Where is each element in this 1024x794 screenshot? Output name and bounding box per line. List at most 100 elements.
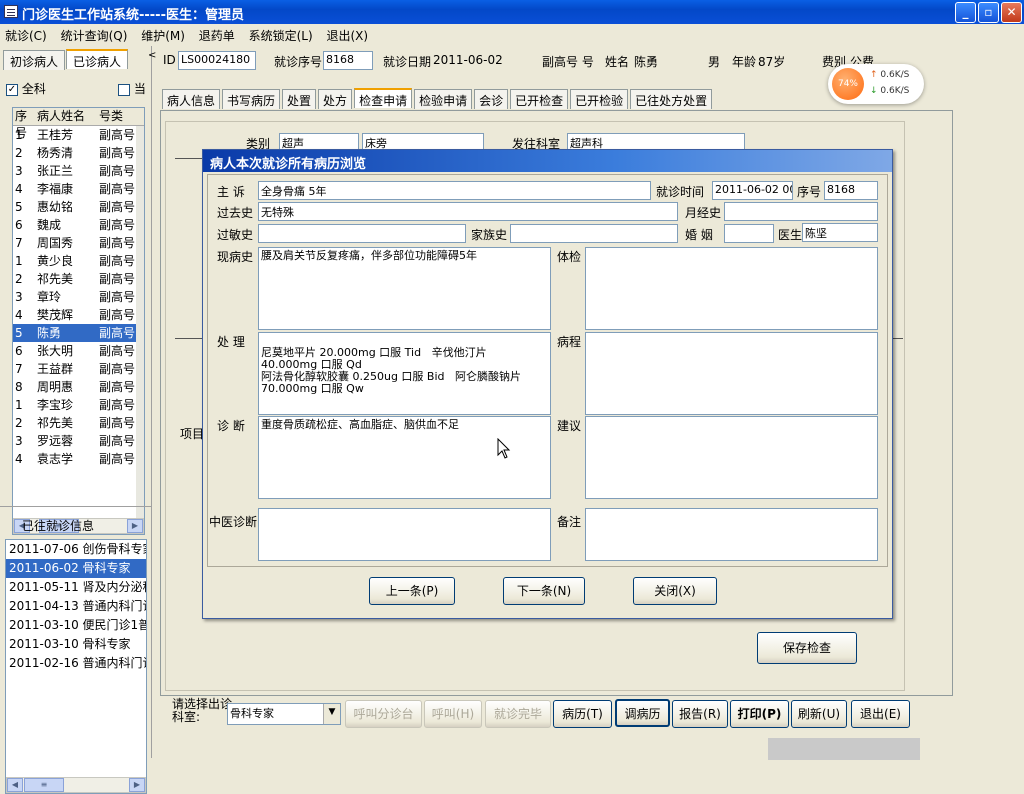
tcm-diag-field[interactable] <box>258 508 551 561</box>
net-speed-widget[interactable]: 74% ↑ 0.6K/S ↓ 0.6K/S <box>828 64 924 104</box>
tab-exam-request[interactable]: 检查申请 <box>354 88 413 108</box>
visit-row[interactable]: 2011-06-02 骨科专家 <box>6 559 146 578</box>
refresh-button[interactable]: 刷新(U) <box>791 700 847 728</box>
chief-label: 主 诉 <box>217 185 245 199</box>
menu-maintain[interactable]: 维护(M) <box>141 29 185 43</box>
tab-consult[interactable]: 会诊 <box>474 89 509 109</box>
patient-row[interactable]: 2 杨秀清 副高号 <box>13 144 144 162</box>
patient-row[interactable]: 8 周明惠 副高号 <box>13 378 144 396</box>
chief-field[interactable]: 全身骨痛 5年 <box>258 181 651 200</box>
doctor-field[interactable]: 陈坚 <box>802 223 878 242</box>
record-button[interactable]: 病历(T) <box>553 700 612 728</box>
report-button[interactable]: 报告(R) <box>672 700 728 728</box>
visit-done-button[interactable]: 就诊完毕 <box>485 700 551 728</box>
patient-row[interactable]: 4 樊茂辉 副高号 <box>13 306 144 324</box>
visit-row[interactable]: 2011-05-11 肾及内分泌科 <box>6 578 146 597</box>
up-arrow-icon: ↑ <box>870 70 878 80</box>
visit-list-hscroll[interactable]: ◀ ≡ ▶ <box>6 777 146 793</box>
next-button[interactable]: 下一条(N) <box>503 577 585 605</box>
patient-row[interactable]: 5 陈勇 副高号 <box>13 324 144 342</box>
tab-new-patients[interactable]: 初诊病人 <box>3 50 66 70</box>
dlg-seq-field[interactable]: 8168 <box>824 181 878 200</box>
phys-exam-field[interactable] <box>585 247 878 330</box>
patient-row[interactable]: 1 黄少良 副高号 <box>13 252 144 270</box>
patient-no: 4 <box>15 452 23 466</box>
scroll-thumb[interactable]: ≡ <box>24 778 64 792</box>
tab-opened-labs[interactable]: 已开检验 <box>570 89 629 109</box>
tab-disposal[interactable]: 处置 <box>282 89 317 109</box>
patient-row[interactable]: 2 祁先美 副高号 <box>13 270 144 288</box>
dialog-close-button[interactable]: 关闭(X) <box>633 577 717 605</box>
patient-row[interactable]: 5 惠幼铭 副高号 <box>13 198 144 216</box>
exit-button[interactable]: 退出(E) <box>851 700 910 728</box>
visit-time-field[interactable]: 2011-06-02 00 <box>712 181 793 200</box>
menu-stats[interactable]: 统计查询(Q) <box>61 29 128 43</box>
treatment-field[interactable]: 尼莫地平片 20.000mg 口服 Tid 辛伐他汀片 40.000mg 口服 … <box>258 332 551 415</box>
patient-type: 副高号 <box>99 326 136 340</box>
collapse-arrow-icon[interactable]: < <box>148 50 156 61</box>
allergy-field[interactable] <box>258 224 466 243</box>
patient-row[interactable]: 6 张大明 副高号 <box>13 342 144 360</box>
patient-row[interactable]: 6 魏成 副高号 <box>13 216 144 234</box>
id-field[interactable]: LS00024180 <box>178 51 256 70</box>
scroll-left-icon[interactable]: ◀ <box>7 778 23 792</box>
tab-past-prescriptions[interactable]: 已往处方处置 <box>630 89 713 109</box>
patient-no: 7 <box>15 236 23 250</box>
past-history-field[interactable]: 无特殊 <box>258 202 678 221</box>
load-record-button[interactable]: 调病历 <box>615 699 670 727</box>
patient-row[interactable]: 1 李宝珍 副高号 <box>13 396 144 414</box>
minimize-button[interactable]: _ <box>955 2 976 23</box>
family-history-field[interactable] <box>510 224 678 243</box>
maximize-button[interactable]: ▫ <box>978 2 999 23</box>
scroll-right-icon[interactable]: ▶ <box>129 778 145 792</box>
visit-row[interactable]: 2011-03-10 便民门诊1普 <box>6 616 146 635</box>
patient-row[interactable]: 7 周国秀 副高号 <box>13 234 144 252</box>
visit-row[interactable]: 2011-03-10 骨科专家 <box>6 635 146 654</box>
note-field[interactable] <box>585 508 878 561</box>
dept-select[interactable]: 骨科专家 ▼ <box>227 703 341 725</box>
patient-row[interactable]: 1 王桂芳 副高号 <box>13 126 144 144</box>
patient-type: 副高号 <box>99 416 136 430</box>
patient-row[interactable]: 3 罗远蓉 副高号 <box>13 432 144 450</box>
tab-write-record[interactable]: 书写病历 <box>222 89 281 109</box>
patient-row[interactable]: 3 章玲 副高号 <box>13 288 144 306</box>
patient-row[interactable]: 3 张正兰 副高号 <box>13 162 144 180</box>
allergy-label: 过敏史 <box>217 228 254 242</box>
visit-row[interactable]: 2011-04-13 普通内科门诊 <box>6 597 146 616</box>
course-field[interactable] <box>585 332 878 415</box>
save-exam-button[interactable]: 保存检查 <box>757 632 857 664</box>
all-dept-checkbox[interactable]: ✓ <box>6 83 18 96</box>
visit-row[interactable]: 2011-02-16 普通内科门诊 <box>6 654 146 673</box>
patient-list-vscroll[interactable] <box>136 126 144 518</box>
present-illness-field[interactable]: 腰及肩关节反复疼痛，伴多部位功能障碍5年 <box>258 247 551 330</box>
scroll-right-icon[interactable]: ▶ <box>127 519 143 533</box>
visit-row[interactable]: 2011-07-06 创伤骨科专家 <box>6 540 146 559</box>
dropdown-arrow-icon[interactable]: ▼ <box>323 704 340 724</box>
menu-lock[interactable]: 系统锁定(L) <box>249 29 313 43</box>
tab-opened-exams[interactable]: 已开检查 <box>510 89 569 109</box>
tab-patient-info[interactable]: 病人信息 <box>162 89 221 109</box>
close-button[interactable]: ✕ <box>1001 2 1022 23</box>
tab-lab-request[interactable]: 检验申请 <box>414 89 473 109</box>
call-button[interactable]: 呼叫(H) <box>424 700 482 728</box>
print-button[interactable]: 打印(P) <box>730 700 789 728</box>
advice-field[interactable] <box>585 416 878 499</box>
patient-row[interactable]: 4 李福康 副高号 <box>13 180 144 198</box>
patient-row[interactable]: 2 祁先美 副高号 <box>13 414 144 432</box>
menu-exit[interactable]: 退出(X) <box>327 29 369 43</box>
menu-visit[interactable]: 就诊(C) <box>5 29 47 43</box>
patient-row[interactable]: 7 王益群 副高号 <box>13 360 144 378</box>
current-checkbox[interactable] <box>118 83 130 96</box>
tab-prescription[interactable]: 处方 <box>318 89 353 109</box>
menu-return-drug[interactable]: 退药单 <box>199 29 235 43</box>
patient-row[interactable]: 4 袁志学 副高号 <box>13 450 144 468</box>
menstrual-field[interactable] <box>724 202 878 221</box>
call-triage-button[interactable]: 呼叫分诊台 <box>345 700 422 728</box>
splitter[interactable] <box>152 46 158 758</box>
marriage-field[interactable] <box>724 224 774 243</box>
all-dept-row: ✓ 全科 <box>6 80 46 97</box>
upload-speed: ↑ 0.6K/S <box>870 70 909 80</box>
seq-field[interactable]: 8168 <box>323 51 373 70</box>
tab-seen-patients[interactable]: 已诊病人 <box>66 49 129 69</box>
prev-button[interactable]: 上一条(P) <box>369 577 455 605</box>
